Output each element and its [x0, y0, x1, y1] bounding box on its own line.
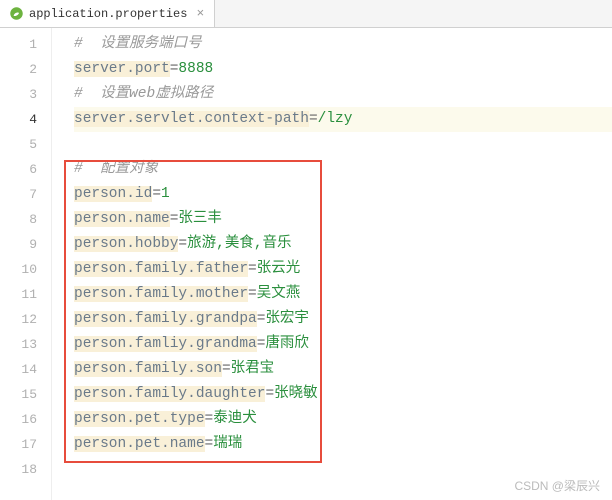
property-value: 张三丰 [178, 211, 222, 227]
code-line[interactable]: server.port=8888 [74, 57, 612, 82]
code-line[interactable]: person.pet.name=瑞瑞 [74, 432, 612, 457]
line-number: 14 [0, 357, 51, 382]
property-value: /lzy [318, 111, 353, 127]
line-number: 10 [0, 257, 51, 282]
property-key: person.famliy.grandma [74, 336, 257, 352]
property-key: server.servlet.context-path [74, 111, 309, 127]
equals-sign: = [222, 361, 231, 377]
equals-sign: = [248, 286, 257, 302]
property-value: 吴文燕 [257, 286, 301, 302]
property-value: 张晓敏 [274, 386, 318, 402]
line-number: 9 [0, 232, 51, 257]
comment-text: # 设置web虚拟路径 [74, 86, 213, 102]
code-line[interactable] [74, 132, 612, 157]
property-key: person.name [74, 211, 170, 227]
line-number: 11 [0, 282, 51, 307]
line-number: 16 [0, 407, 51, 432]
code-line[interactable]: person.pet.type=泰迪犬 [74, 407, 612, 432]
line-number: 17 [0, 432, 51, 457]
attribution-text: CSDN @梁辰兴 [514, 477, 600, 494]
comment-text: # 配置对象 [74, 161, 158, 177]
tab-filename: application.properties [29, 7, 187, 21]
code-line[interactable]: # 配置对象 [74, 157, 612, 182]
property-value: 张宏宇 [265, 311, 309, 327]
equals-sign: = [205, 411, 214, 427]
property-value: 瑞瑞 [213, 436, 242, 452]
code-line[interactable]: server.servlet.context-path=/lzy [74, 107, 612, 132]
code-line[interactable]: # 设置web虚拟路径 [74, 82, 612, 107]
line-number: 2 [0, 57, 51, 82]
property-key: person.hobby [74, 236, 178, 252]
line-number: 4 [0, 107, 51, 132]
line-number: 15 [0, 382, 51, 407]
property-value: 泰迪犬 [213, 411, 257, 427]
property-value: 1 [161, 186, 170, 202]
code-line[interactable]: person.name=张三丰 [74, 207, 612, 232]
line-number-gutter: 123456789101112131415161718 [0, 28, 52, 500]
file-tab[interactable]: application.properties × [0, 0, 215, 27]
equals-sign: = [309, 111, 318, 127]
code-line[interactable]: person.hobby=旅游,美食,音乐 [74, 232, 612, 257]
line-number: 6 [0, 157, 51, 182]
property-key: person.id [74, 186, 152, 202]
line-number: 3 [0, 82, 51, 107]
line-number: 13 [0, 332, 51, 357]
line-number: 5 [0, 132, 51, 157]
line-number: 8 [0, 207, 51, 232]
equals-sign: = [265, 386, 274, 402]
line-number: 7 [0, 182, 51, 207]
code-line[interactable]: person.family.daughter=张晓敏 [74, 382, 612, 407]
spring-file-icon [8, 6, 24, 22]
code-line[interactable]: # 设置服务端口号 [74, 32, 612, 57]
property-value: 旅游,美食,音乐 [187, 236, 291, 252]
code-editor[interactable]: 123456789101112131415161718 # 设置服务端口号ser… [0, 28, 612, 500]
tab-bar: application.properties × [0, 0, 612, 28]
equals-sign: = [178, 236, 187, 252]
line-number: 12 [0, 307, 51, 332]
line-number: 1 [0, 32, 51, 57]
code-line[interactable]: person.family.mother=吴文燕 [74, 282, 612, 307]
property-value: 张君宝 [231, 361, 275, 377]
close-icon[interactable]: × [196, 6, 204, 21]
line-number: 18 [0, 457, 51, 482]
property-key: person.family.father [74, 261, 248, 277]
code-line[interactable]: person.family.son=张君宝 [74, 357, 612, 382]
property-key: person.family.son [74, 361, 222, 377]
property-value: 张云光 [257, 261, 301, 277]
property-key: person.pet.name [74, 436, 205, 452]
equals-sign: = [248, 261, 257, 277]
equals-sign: = [152, 186, 161, 202]
property-value: 唐雨欣 [265, 336, 309, 352]
code-line[interactable]: person.family.father=张云光 [74, 257, 612, 282]
property-key: person.family.grandpa [74, 311, 257, 327]
code-line[interactable]: person.famliy.grandma=唐雨欣 [74, 332, 612, 357]
code-line[interactable]: person.family.grandpa=张宏宇 [74, 307, 612, 332]
equals-sign: = [205, 436, 214, 452]
property-value: 8888 [178, 61, 213, 77]
property-key: person.family.mother [74, 286, 248, 302]
property-key: person.family.daughter [74, 386, 265, 402]
property-key: person.pet.type [74, 411, 205, 427]
property-key: server.port [74, 61, 170, 77]
comment-text: # 设置服务端口号 [74, 36, 202, 52]
code-area[interactable]: # 设置服务端口号server.port=8888# 设置web虚拟路径serv… [52, 28, 612, 500]
code-line[interactable]: person.id=1 [74, 182, 612, 207]
